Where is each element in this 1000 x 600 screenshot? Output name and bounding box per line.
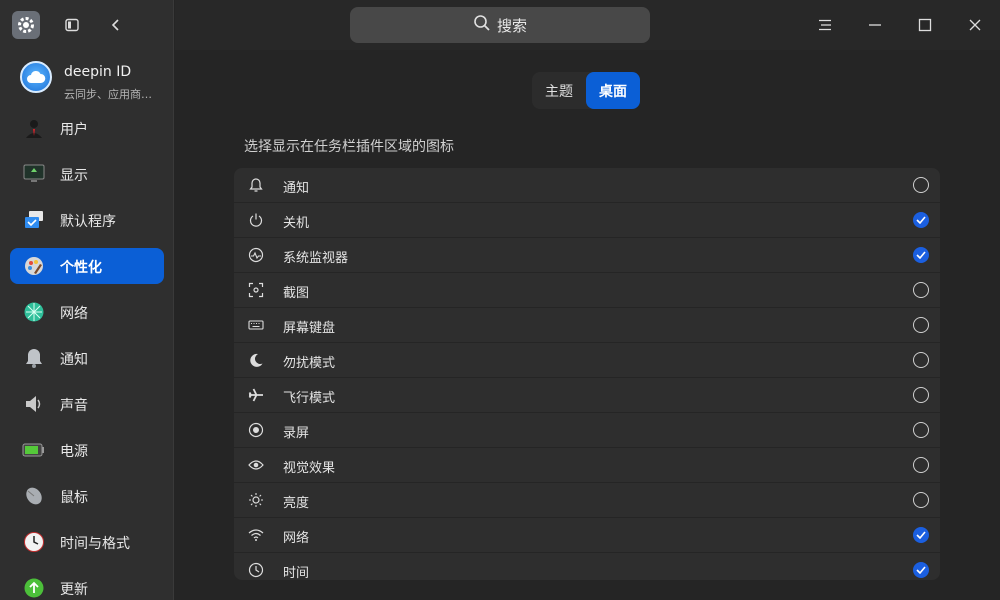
sidebar-nav: 用户 显示 默认程序 个性化 网络 通知 声音 电源 鼠标 时间与格式 更新 [10, 110, 164, 600]
search-box[interactable]: 搜索 [350, 7, 650, 43]
sidebar-item-display[interactable]: 显示 [10, 156, 164, 192]
display-icon [22, 163, 46, 185]
plugin-row-screen-record[interactable]: 录屏 [234, 413, 940, 447]
settings-app-icon [12, 11, 40, 39]
search-placeholder: 搜索 [496, 16, 527, 35]
sidebar-header [0, 0, 173, 50]
eye-icon [247, 456, 265, 474]
plugin-checkbox-checked[interactable] [913, 247, 929, 263]
plugin-row-visual-effects[interactable]: 视觉效果 [234, 448, 940, 482]
sidebar-item-default-apps[interactable]: 默认程序 [10, 202, 164, 238]
sidebar-item-time-format[interactable]: 时间与格式 [10, 524, 164, 560]
airplane-icon [247, 386, 265, 404]
default-apps-icon [22, 209, 46, 231]
maximize-icon[interactable] [913, 13, 937, 37]
personalization-icon [22, 255, 46, 277]
plugin-row-do-not-disturb[interactable]: 勿扰模式 [234, 343, 940, 377]
update-icon [22, 577, 46, 599]
clock-icon [22, 531, 46, 553]
sidebar-item-personalization[interactable]: 个性化 [10, 248, 164, 284]
plugin-checkbox[interactable] [913, 387, 929, 403]
sidebar-item-users[interactable]: 用户 [10, 110, 164, 146]
plugin-list: 通知 关机 系统监视器 截图 屏幕键盘 勿扰模式 飞行模式 录屏 视觉效果 亮度… [234, 168, 940, 580]
plugin-checkbox[interactable] [913, 352, 929, 368]
plugin-row-system-monitor[interactable]: 系统监视器 [234, 238, 940, 272]
time-icon [247, 561, 265, 579]
plugin-row-notification[interactable]: 通知 [234, 168, 940, 202]
deepin-id-account[interactable]: deepin ID 云同步、应用商… [0, 55, 174, 101]
plugin-checkbox[interactable] [913, 492, 929, 508]
title-bar: 搜索 [175, 0, 1000, 50]
sidebar-item-notification[interactable]: 通知 [10, 340, 164, 376]
main-menu-icon[interactable] [813, 13, 837, 37]
sidebar-item-update[interactable]: 更新 [10, 570, 164, 600]
account-subtitle: 云同步、应用商… [64, 88, 152, 101]
plugin-row-network[interactable]: 网络 [234, 518, 940, 552]
search-icon [473, 14, 491, 36]
power-battery-icon [22, 439, 46, 461]
mouse-icon [22, 485, 46, 507]
notification-icon [22, 347, 46, 369]
plugin-checkbox[interactable] [913, 282, 929, 298]
tab-desktop[interactable]: 桌面 [586, 72, 640, 109]
moon-icon [247, 351, 265, 369]
plugin-checkbox-checked[interactable] [913, 212, 929, 228]
sidebar-item-network[interactable]: 网络 [10, 294, 164, 330]
plugin-checkbox[interactable] [913, 317, 929, 333]
plugin-checkbox[interactable] [913, 457, 929, 473]
plugin-row-onscreen-keyboard[interactable]: 屏幕键盘 [234, 308, 940, 342]
power-icon [247, 211, 265, 229]
record-icon [247, 421, 265, 439]
plugin-row-shutdown[interactable]: 关机 [234, 203, 940, 237]
section-title: 选择显示在任务栏插件区域的图标 [244, 139, 454, 155]
cloud-avatar-icon [20, 61, 52, 93]
bell-icon [247, 176, 265, 194]
sidebar: deepin ID 云同步、应用商… 用户 显示 默认程序 个性化 网络 通知 … [0, 0, 174, 600]
system-monitor-icon [247, 246, 265, 264]
plugin-checkbox[interactable] [913, 177, 929, 193]
plugin-row-screenshot[interactable]: 截图 [234, 273, 940, 307]
brightness-icon [247, 491, 265, 509]
screenshot-icon [247, 281, 265, 299]
user-icon [22, 117, 46, 139]
content-area: 主题 桌面 选择显示在任务栏插件区域的图标 通知 关机 系统监视器 截图 屏幕键… [175, 50, 1000, 600]
plugin-row-brightness[interactable]: 亮度 [234, 483, 940, 517]
tab-theme[interactable]: 主题 [532, 72, 586, 109]
plugin-checkbox-checked[interactable] [913, 562, 929, 578]
network-icon [22, 301, 46, 323]
minimize-icon[interactable] [863, 13, 887, 37]
plugin-row-airplane-mode[interactable]: 飞行模式 [234, 378, 940, 412]
keyboard-icon [247, 316, 265, 334]
tab-bar: 主题 桌面 [532, 72, 640, 109]
sidebar-item-sound[interactable]: 声音 [10, 386, 164, 422]
sound-icon [22, 393, 46, 415]
plugin-row-time[interactable]: 时间 [234, 553, 940, 580]
wifi-icon [247, 526, 265, 544]
plugin-checkbox[interactable] [913, 422, 929, 438]
plugin-checkbox-checked[interactable] [913, 527, 929, 543]
back-arrow-icon[interactable] [106, 15, 126, 35]
sidebar-toggle-icon[interactable] [62, 15, 82, 35]
sidebar-item-mouse[interactable]: 鼠标 [10, 478, 164, 514]
sidebar-item-power[interactable]: 电源 [10, 432, 164, 468]
account-name: deepin ID [64, 64, 132, 80]
close-icon[interactable] [963, 13, 987, 37]
